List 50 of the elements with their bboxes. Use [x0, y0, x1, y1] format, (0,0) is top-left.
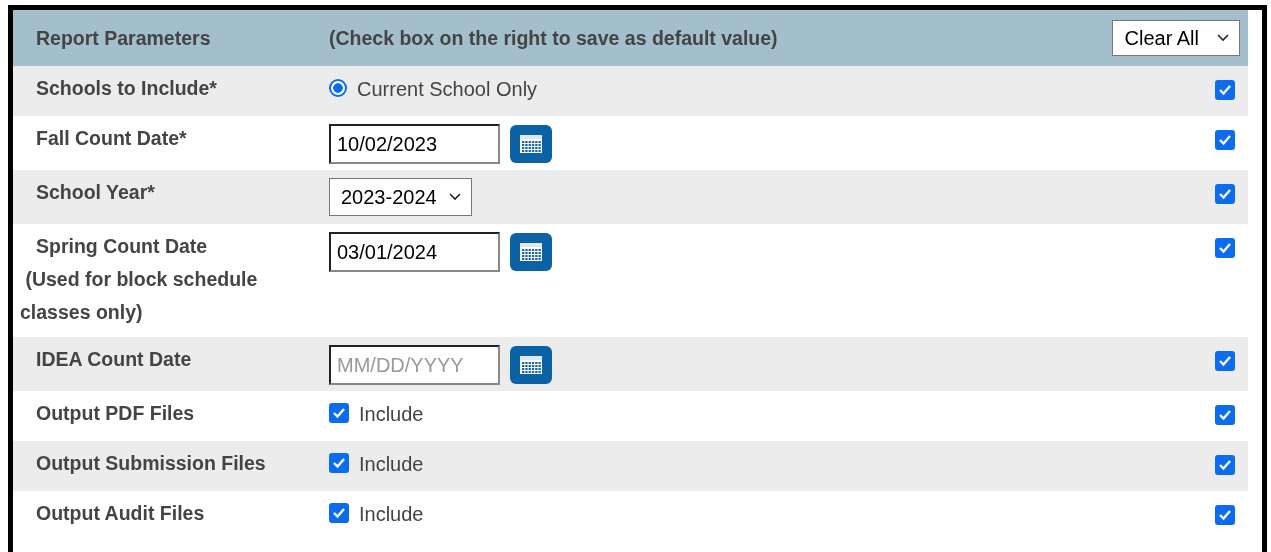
- parameter-label: IDEA Count Date: [35, 347, 193, 372]
- parameter-label: Schools to Include*: [35, 76, 218, 101]
- date-field[interactable]: 10/02/2023: [329, 124, 500, 164]
- checkbox[interactable]: [329, 452, 349, 473]
- check-icon: [1218, 459, 1232, 471]
- option-label: Include: [359, 502, 424, 526]
- calendar-icon: [519, 134, 543, 154]
- instruction-text: (Check box on the right to save as default value): [329, 26, 779, 50]
- check-icon: [1218, 409, 1232, 421]
- option-label: Include: [359, 402, 424, 426]
- date-field[interactable]: MM/DD/YYYY: [329, 345, 500, 385]
- radio-button[interactable]: [329, 78, 347, 97]
- parameter-label: Spring Count Date (Used for block schedule classes only): [19, 234, 259, 325]
- parameter-label: Fall Count Date*: [35, 126, 188, 151]
- check-icon: [1218, 509, 1232, 521]
- save-default-checkbox[interactable]: [1215, 184, 1235, 204]
- parameter-label: Output Submission Files: [35, 451, 267, 476]
- school-year-dropdown[interactable]: 2023-2024: [329, 178, 472, 216]
- clear-all-dropdown[interactable]: Clear All: [1111, 20, 1240, 56]
- save-default-checkbox[interactable]: [1215, 405, 1235, 425]
- section-title: Report Parameters: [35, 26, 212, 50]
- calendar-icon: [519, 355, 543, 375]
- save-default-checkbox[interactable]: [1215, 238, 1235, 258]
- save-default-checkbox[interactable]: [1215, 351, 1235, 371]
- check-icon: [1218, 355, 1232, 367]
- check-icon: [1218, 84, 1232, 96]
- check-icon: [332, 506, 346, 519]
- save-default-checkbox[interactable]: [1215, 80, 1235, 100]
- check-icon: [332, 456, 346, 469]
- check-icon: [332, 406, 346, 419]
- calendar-button[interactable]: [510, 125, 552, 163]
- caret-icon: [448, 193, 461, 201]
- save-default-checkbox[interactable]: [1215, 505, 1235, 525]
- option-label: Current School Only: [357, 77, 538, 101]
- check-icon: [1218, 134, 1232, 146]
- parameter-label: Output Audit Files: [35, 501, 206, 526]
- option-label: Include: [359, 452, 424, 476]
- check-icon: [1218, 242, 1232, 254]
- checkbox[interactable]: [329, 402, 349, 423]
- save-default-checkbox[interactable]: [1215, 455, 1235, 475]
- check-icon: [1218, 188, 1232, 200]
- calendar-button[interactable]: [510, 233, 552, 271]
- date-field[interactable]: 03/01/2024: [329, 232, 500, 272]
- caret-icon: [1217, 34, 1229, 42]
- parameter-label: Output PDF Files: [35, 401, 196, 426]
- calendar-icon: [519, 242, 543, 262]
- parameter-label: School Year*: [35, 180, 156, 205]
- save-default-checkbox[interactable]: [1215, 130, 1235, 150]
- calendar-button[interactable]: [510, 346, 552, 384]
- checkbox[interactable]: [329, 502, 349, 523]
